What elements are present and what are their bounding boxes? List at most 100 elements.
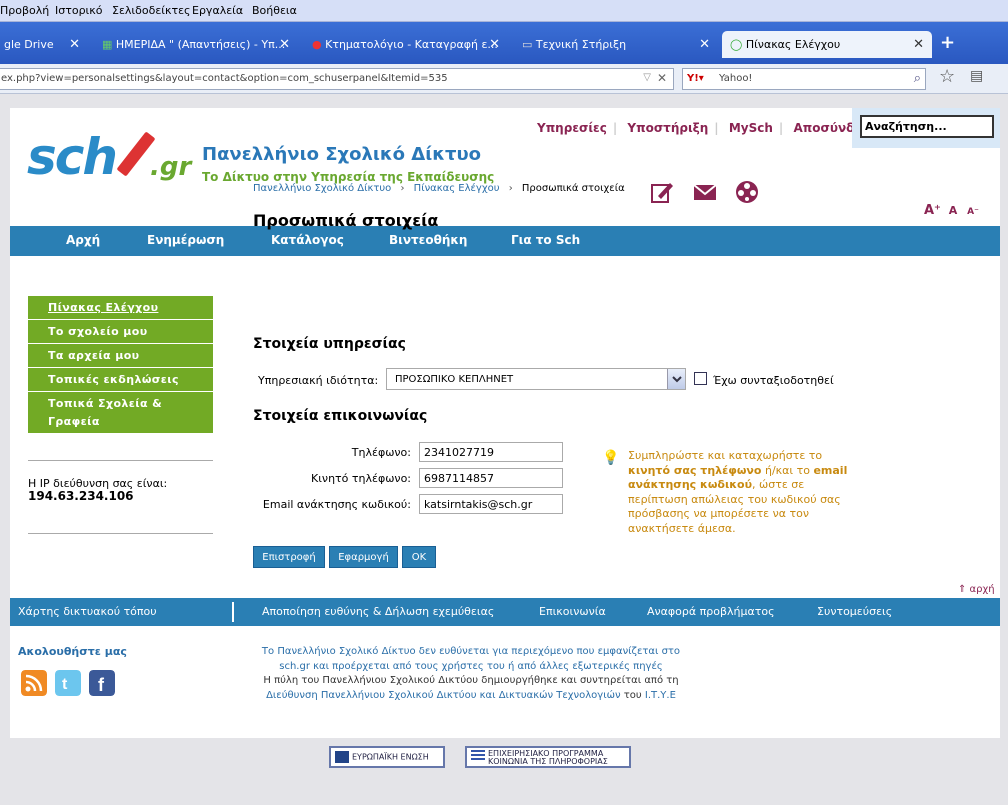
apply-button[interactable]: Εφαρμογή xyxy=(329,546,398,568)
footer-sitemap[interactable]: Χάρτης δικτυακού τόπου xyxy=(18,605,157,618)
sidebar-item-my-school[interactable]: Το σχολείο μου xyxy=(28,320,213,344)
tab-ktimatologio[interactable]: ● Κτηματολόγιο - Καταγραφή ε... ✕ xyxy=(304,31,508,58)
divider xyxy=(28,460,213,461)
role-select[interactable]: ΠΡΟΣΩΠΙΚΟ ΚΕΠΛΗΝΕΤ xyxy=(386,368,686,390)
breadcrumb-current: Προσωπικά στοιχεία xyxy=(521,183,625,194)
ip-value: 194.63.234.106 xyxy=(28,489,134,503)
nav-about[interactable]: Για το Sch xyxy=(511,233,580,247)
footer-ityе-link[interactable]: Ι.Τ.Υ.Ε xyxy=(645,690,676,701)
retired-label: Έχω συνταξιοδοτηθεί xyxy=(713,374,834,387)
font-normal-icon[interactable]: A xyxy=(949,204,958,217)
page-title: Προσωπικά στοιχεία xyxy=(253,211,439,230)
site-subtitle: Το Δίκτυο στην Υπηρεσία της Εκπαίδευσης xyxy=(202,170,495,184)
spreadsheet-icon: ▦ xyxy=(102,38,113,51)
nav-home[interactable]: Αρχή xyxy=(66,233,100,247)
breadcrumb: Πανελλήνιο Σχολικό Δίκτυο › Πίνακας Ελέγ… xyxy=(253,183,625,194)
svg-text:t: t xyxy=(62,676,68,693)
bookmark-star-icon[interactable]: ☆ xyxy=(939,66,955,87)
footer-shortcuts[interactable]: Συντομεύσεις xyxy=(817,605,892,618)
search-icon[interactable]: ⌕ xyxy=(914,71,921,86)
menu-bookmarks[interactable]: Σελιδοδείκτες xyxy=(112,4,191,17)
link-services[interactable]: Υπηρεσίες xyxy=(537,121,607,135)
dropdown-icon[interactable]: ▽ xyxy=(643,72,651,83)
tab-support[interactable]: ▭ Τεχνική Στήριξη ✕ xyxy=(514,31,718,58)
rss-icon[interactable] xyxy=(21,670,47,696)
mail-icon[interactable] xyxy=(693,180,717,204)
site-search-panel: Αναζήτηση... xyxy=(852,108,1000,148)
nav-catalog[interactable]: Κατάλογος xyxy=(271,233,344,247)
site-icon: ▭ xyxy=(522,38,533,51)
back-button[interactable]: Επιστροφή xyxy=(253,546,325,568)
yahoo-icon[interactable]: Y!▾ xyxy=(687,73,704,84)
divider xyxy=(232,602,234,622)
font-increase-icon[interactable]: A⁺ xyxy=(924,203,941,218)
hint-text: Συμπληρώστε και καταχωρήστε το κινητό σα… xyxy=(628,449,848,535)
phone-label: Τηλέφωνο: xyxy=(351,446,411,459)
ktimatologio-icon: ● xyxy=(312,38,322,51)
service-heading: Στοιχεία υπηρεσίας xyxy=(253,336,406,352)
close-tab-icon[interactable]: ✕ xyxy=(489,37,500,52)
retired-checkbox[interactable] xyxy=(694,372,707,385)
back-to-top-link[interactable]: ⇑ αρχή xyxy=(958,584,995,595)
font-size-controls: A⁺ A A⁻ xyxy=(924,203,979,218)
sidebar-item-my-files[interactable]: Τα αρχεία μου xyxy=(28,344,213,368)
breadcrumb-home[interactable]: Πανελλήνιο Σχολικό Δίκτυο xyxy=(253,183,391,194)
nav-news[interactable]: Ενημέρωση xyxy=(147,233,224,247)
mobile-field[interactable]: 6987114857 xyxy=(419,468,563,488)
footer-disclaimer-text: Το Πανελλήνιο Σχολικό Δίκτυο δεν ευθύνετ… xyxy=(261,646,681,701)
contact-heading: Στοιχεία επικοινωνίας xyxy=(253,408,428,424)
loading-icon: ◯ xyxy=(730,38,743,51)
browser-navbar: ex.php?view=personalsettings&layout=cont… xyxy=(0,64,1008,94)
sidebar-item-control-panel[interactable]: Πίνακας Ελέγχου xyxy=(28,296,213,320)
browser-tabbar: gle Drive ✕ ▦ ΗΜΕΡΙΔΑ " (Απαντήσεις) - Υπ… xyxy=(0,22,1008,64)
svg-text:f: f xyxy=(98,675,105,695)
link-mysch[interactable]: MySch xyxy=(729,121,773,135)
link-support[interactable]: Υποστήριξη xyxy=(627,121,708,135)
menu-history[interactable]: Ιστορικό xyxy=(55,4,103,17)
url-bar[interactable]: ex.php?view=personalsettings&layout=cont… xyxy=(0,68,674,90)
new-tab-icon[interactable]: + xyxy=(940,32,955,53)
sidebar-item-local-schools[interactable]: Τοπικά Σχολεία & Γραφεία xyxy=(28,392,213,434)
mobile-label: Κινητό τηλέφωνο: xyxy=(311,472,411,485)
phone-field[interactable]: 2341027719 xyxy=(419,442,563,462)
close-tab-icon[interactable]: ✕ xyxy=(699,37,710,52)
email-label: Email ανάκτησης κωδικού: xyxy=(262,498,411,511)
menu-help[interactable]: Βοήθεια xyxy=(252,4,297,17)
close-tab-icon[interactable]: ✕ xyxy=(279,37,290,52)
main-nav: Αρχή Ενημέρωση Κατάλογος Βιντεοθήκη Για … xyxy=(10,226,1000,256)
infosoc-logo[interactable]: ΕΠΙΧΕΙΡΗΣΙΑΚΟ ΠΡΟΓΡΑΜΜΑ ΚΟΙΝΩΝΙΑ ΤΗΣ ΠΛΗΡ… xyxy=(465,746,631,768)
follow-heading: Ακολουθήστε μας xyxy=(18,645,127,658)
stop-icon[interactable]: ✕ xyxy=(657,71,667,85)
twitter-icon[interactable]: t xyxy=(55,670,81,696)
font-decrease-icon[interactable]: A⁻ xyxy=(967,207,979,217)
lightbulb-icon: 💡 xyxy=(602,450,620,466)
close-tab-icon[interactable]: ✕ xyxy=(69,37,80,52)
edit-icon[interactable] xyxy=(650,180,674,204)
nav-videos[interactable]: Βιντεοθήκη xyxy=(389,233,467,247)
browser-menubar: Προβολή Ιστορικό Σελιδοδείκτες Εργαλεία … xyxy=(0,0,1008,22)
facebook-icon[interactable]: f xyxy=(89,670,115,696)
menu-tools[interactable]: Εργαλεία xyxy=(192,4,243,17)
search-engine-box[interactable]: Y!▾ Yahoo! ⌕ xyxy=(682,68,926,90)
ok-button[interactable]: OK xyxy=(402,546,436,568)
tab-imerida[interactable]: ▦ ΗΜΕΡΙΔΑ " (Απαντήσεις) - Υπ... ✕ xyxy=(94,31,298,58)
eu-logo[interactable]: ΕΥΡΩΠΑΪΚΗ ΕΝΩΣΗ xyxy=(329,746,445,768)
menu-view[interactable]: Προβολή xyxy=(0,4,49,17)
site-search-input[interactable]: Αναζήτηση... xyxy=(860,115,994,138)
chevron-down-icon[interactable] xyxy=(667,369,685,389)
footer-contact[interactable]: Επικοινωνία xyxy=(539,605,606,618)
breadcrumb-control-panel[interactable]: Πίνακας Ελέγχου xyxy=(414,183,500,194)
bookmarks-list-icon[interactable]: ▤ xyxy=(970,68,983,84)
footer-dept-link[interactable]: Διεύθυνση Πανελλήνιου Σχολικού Δικτύου κ… xyxy=(266,690,620,701)
footer-report-problem[interactable]: Αναφορά προβλήματος xyxy=(647,605,775,618)
email-field[interactable]: katsirntakis@sch.gr xyxy=(419,494,563,514)
footer-disclaimer[interactable]: Αποποίηση ευθύνης & Δήλωση εχεμύθειας xyxy=(262,605,494,618)
top-links: Υπηρεσίες | Υποστήριξη | MySch | Αποσύνδεση xyxy=(537,121,879,135)
tab-google-drive[interactable]: gle Drive ✕ xyxy=(0,31,88,58)
sidebar-item-local-events[interactable]: Τοπικές εκδηλώσεις xyxy=(28,368,213,392)
close-tab-icon[interactable]: ✕ xyxy=(913,37,924,52)
site-title: Πανελλήνιο Σχολικό Δίκτυο xyxy=(202,144,482,165)
role-label: Υπηρεσιακή ιδιότητα: xyxy=(258,374,379,387)
video-reel-icon[interactable] xyxy=(735,180,759,204)
tab-control-panel[interactable]: ◯ Πίνακας Ελέγχου ✕ xyxy=(722,31,932,58)
